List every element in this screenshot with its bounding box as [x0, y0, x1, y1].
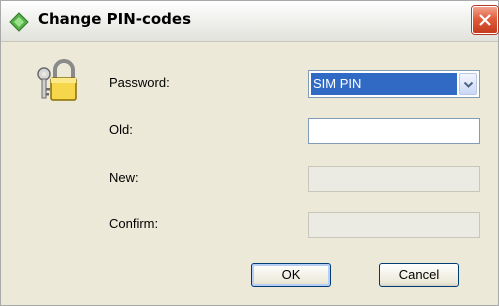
close-button[interactable] — [472, 6, 498, 34]
password-label: Password: — [109, 75, 170, 90]
close-icon — [479, 14, 491, 26]
old-label: Old: — [109, 122, 133, 137]
dropdown-button[interactable] — [459, 73, 477, 95]
old-pin-input[interactable] — [308, 118, 480, 144]
lock-keys-icon — [37, 59, 77, 101]
diamond-app-icon — [9, 12, 29, 32]
new-label: New: — [109, 170, 139, 185]
cancel-button[interactable]: Cancel — [379, 263, 459, 287]
confirm-pin-input — [308, 212, 480, 238]
new-pin-input — [308, 166, 480, 192]
password-type-select[interactable]: SIM PIN — [308, 70, 480, 98]
confirm-label: Confirm: — [109, 216, 159, 231]
chevron-down-icon — [464, 82, 473, 88]
window-title: Change PIN-codes — [38, 10, 192, 28]
title-bar[interactable]: Change PIN-codes — [1, 1, 498, 42]
password-select-value: SIM PIN — [311, 73, 457, 95]
change-pin-dialog: Change PIN-codes Password: SIM PIN Old: … — [0, 0, 499, 306]
ok-button[interactable]: OK — [251, 263, 331, 287]
